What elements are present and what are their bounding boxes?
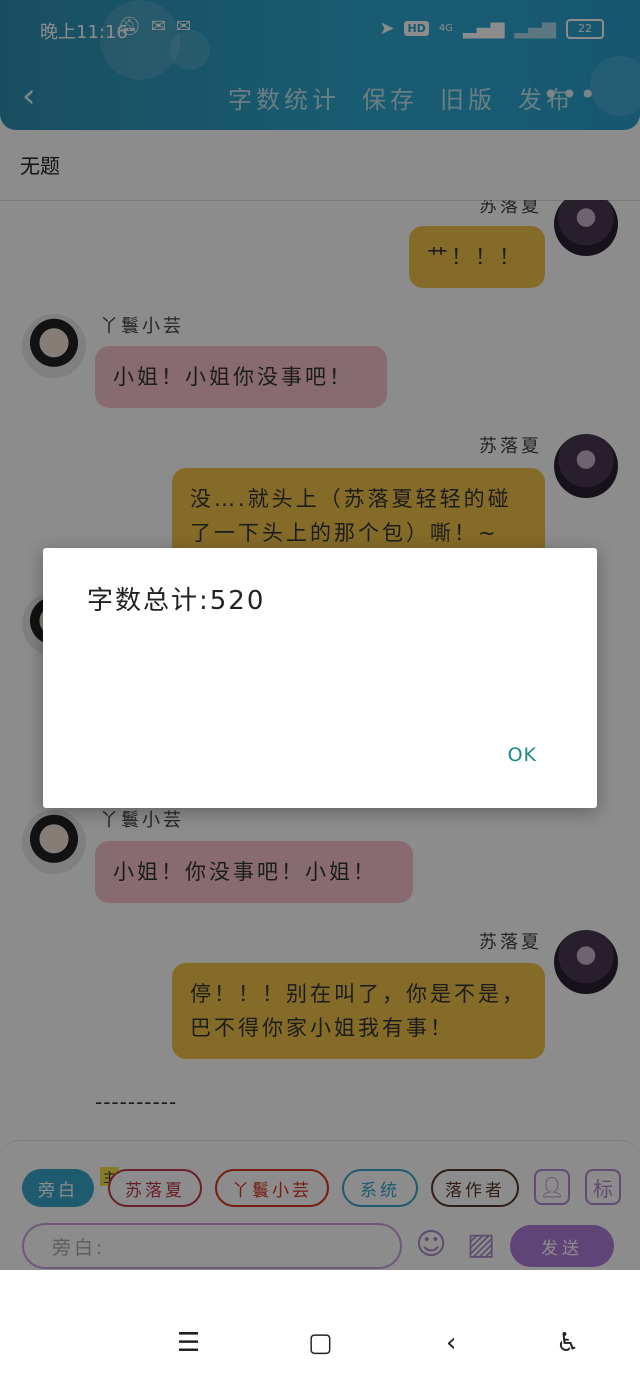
dialog-message: 字数总计:520: [87, 586, 266, 616]
menu-icon[interactable]: ☰: [177, 1328, 200, 1358]
back-icon[interactable]: ‹: [446, 1328, 456, 1358]
word-count-dialog: 字数总计:520 OK: [43, 548, 597, 808]
ok-button[interactable]: OK: [508, 744, 537, 766]
accessibility-icon[interactable]: ♿︎: [556, 1328, 579, 1358]
home-icon[interactable]: ▢: [308, 1328, 333, 1358]
system-navigation-bar: ☰ ▢ ‹ ♿︎: [0, 1310, 640, 1387]
